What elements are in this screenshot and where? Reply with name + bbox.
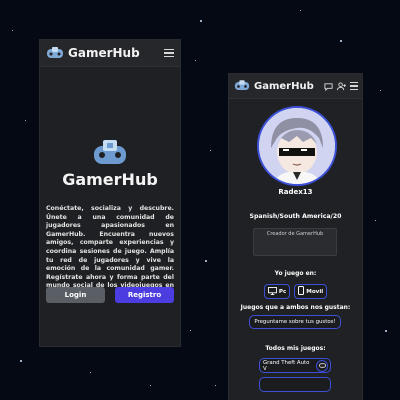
auth-buttons: Login Registro (46, 287, 174, 303)
hamburger-icon[interactable] (164, 48, 174, 58)
platform-list: Pc Movil (229, 284, 362, 299)
avatar[interactable] (257, 106, 337, 186)
gamepad-logo-icon[interactable] (233, 79, 251, 93)
common-games-label: Juegos que a ambos nos gustan: (240, 304, 351, 311)
hamburger-icon[interactable] (350, 81, 358, 91)
game-chip[interactable]: Grand Theft Auto V (259, 358, 331, 373)
game-chip[interactable] (259, 377, 331, 392)
brand-name[interactable]: GamerHub (68, 46, 140, 60)
all-games-label: Todos mis juegos: (265, 345, 326, 352)
gamepad-logo-icon (92, 140, 128, 166)
welcome-description: Conéctate, socializa y descubre. Únete a… (46, 205, 174, 298)
navbar: GamerHub (229, 74, 362, 99)
navbar-actions (324, 81, 358, 91)
plays-on-label: Yo juego en: (274, 270, 317, 277)
language-region-age: Spanish/South America/20 (249, 213, 342, 220)
chat-icon[interactable] (324, 82, 333, 91)
bio-box: Creador de GamerHub (253, 228, 337, 256)
hero: GamerHub (40, 140, 180, 189)
login-button[interactable]: Login (46, 287, 105, 303)
username: Radex13 (278, 188, 313, 196)
gamepad-logo-icon[interactable] (46, 46, 64, 60)
brand-name[interactable]: GamerHub (254, 81, 314, 92)
hero-title: GamerHub (62, 170, 158, 189)
landing-screen: GamerHub GamerHub Conéctate, socializa y… (40, 40, 180, 346)
ask-about-tastes-button[interactable]: Preguntame sobre tus gustos! (249, 315, 341, 329)
profile-screen: GamerHub Radex13 Spanish/South America/2… (229, 74, 362, 400)
platform-chip-movil[interactable]: Movil (294, 284, 328, 299)
monitor-icon (267, 286, 277, 297)
phone-icon (298, 286, 305, 297)
game-name: Grand Theft Auto V (263, 359, 310, 372)
navbar: GamerHub (40, 40, 180, 67)
users-icon[interactable] (337, 81, 346, 91)
platform-chip-pc[interactable]: Pc (263, 284, 291, 299)
gamepad-icon (316, 359, 328, 372)
platform-label: Pc (278, 288, 287, 295)
platform-label: Movil (306, 288, 324, 295)
register-button[interactable]: Registro (115, 287, 174, 303)
